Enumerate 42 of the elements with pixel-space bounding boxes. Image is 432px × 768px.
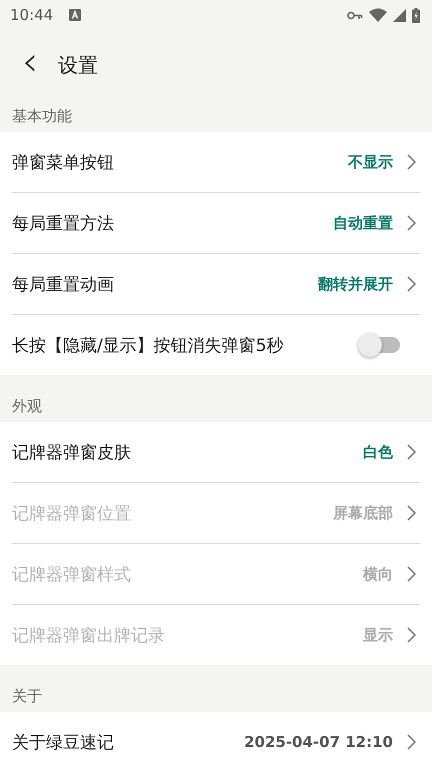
setting-label: 长按【隐藏/显示】按钮消失弹窗5秒 bbox=[12, 334, 285, 356]
setting-label: 记牌器弹窗出牌记录 bbox=[12, 624, 166, 646]
setting-value: 不显示 bbox=[348, 152, 393, 172]
chevron-right-icon bbox=[407, 215, 416, 231]
signal-icon bbox=[393, 8, 406, 22]
setting-label: 每局重置动画 bbox=[12, 274, 115, 296]
setting-label: 记牌器弹窗位置 bbox=[12, 502, 132, 524]
key-icon bbox=[347, 10, 363, 20]
chevron-right-icon bbox=[407, 154, 416, 170]
status-time: 10:44 bbox=[10, 6, 54, 24]
setting-label: 记牌器弹窗皮肤 bbox=[12, 442, 132, 464]
setting-value: 翻转并展开 bbox=[318, 274, 393, 294]
section-header: 关于 bbox=[11, 686, 43, 706]
setting-value: 2025-04-07 12:10 bbox=[244, 733, 393, 751]
setting-value: 自动重置 bbox=[333, 214, 393, 232]
chevron-right-icon bbox=[407, 505, 416, 521]
settings-row[interactable]: 弹窗菜单按钮 不显示 bbox=[12, 132, 420, 193]
settings-row[interactable]: 长按【隐藏/显示】按钮消失弹窗5秒 bbox=[12, 315, 420, 375]
battery-icon bbox=[412, 8, 420, 22]
chevron-right-icon bbox=[407, 444, 416, 460]
section-header: 外观 bbox=[11, 396, 43, 416]
back-button[interactable]: ‹ bbox=[0, 42, 56, 88]
setting-value: 白色 bbox=[363, 442, 393, 462]
setting-value: 横向 bbox=[363, 564, 393, 584]
chevron-right-icon bbox=[407, 276, 416, 292]
setting-label: 关于绿豆速记 bbox=[12, 732, 115, 754]
setting-value: 显示 bbox=[363, 626, 393, 644]
settings-row[interactable]: 每局重置方法 自动重置 bbox=[12, 193, 420, 254]
setting-value: 屏幕底部 bbox=[333, 504, 393, 522]
page-title: 设置 bbox=[58, 52, 98, 78]
wifi-icon bbox=[369, 8, 387, 22]
chevron-right-icon bbox=[407, 627, 416, 643]
setting-label: 记牌器弹窗样式 bbox=[12, 564, 132, 586]
settings-row[interactable]: 每局重置动画 翻转并展开 bbox=[12, 254, 420, 315]
section-header: 基本功能 bbox=[11, 106, 73, 126]
settings-row[interactable]: 记牌器弹窗皮肤 白色 bbox=[12, 422, 420, 483]
setting-label: 每局重置方法 bbox=[12, 212, 115, 234]
notification-icon bbox=[69, 9, 82, 21]
settings-row[interactable]: 关于绿豆速记 2025-04-07 12:10 bbox=[12, 712, 420, 768]
chevron-right-icon bbox=[407, 566, 416, 582]
setting-label: 弹窗菜单按钮 bbox=[12, 152, 115, 174]
chevron-right-icon bbox=[407, 734, 416, 750]
